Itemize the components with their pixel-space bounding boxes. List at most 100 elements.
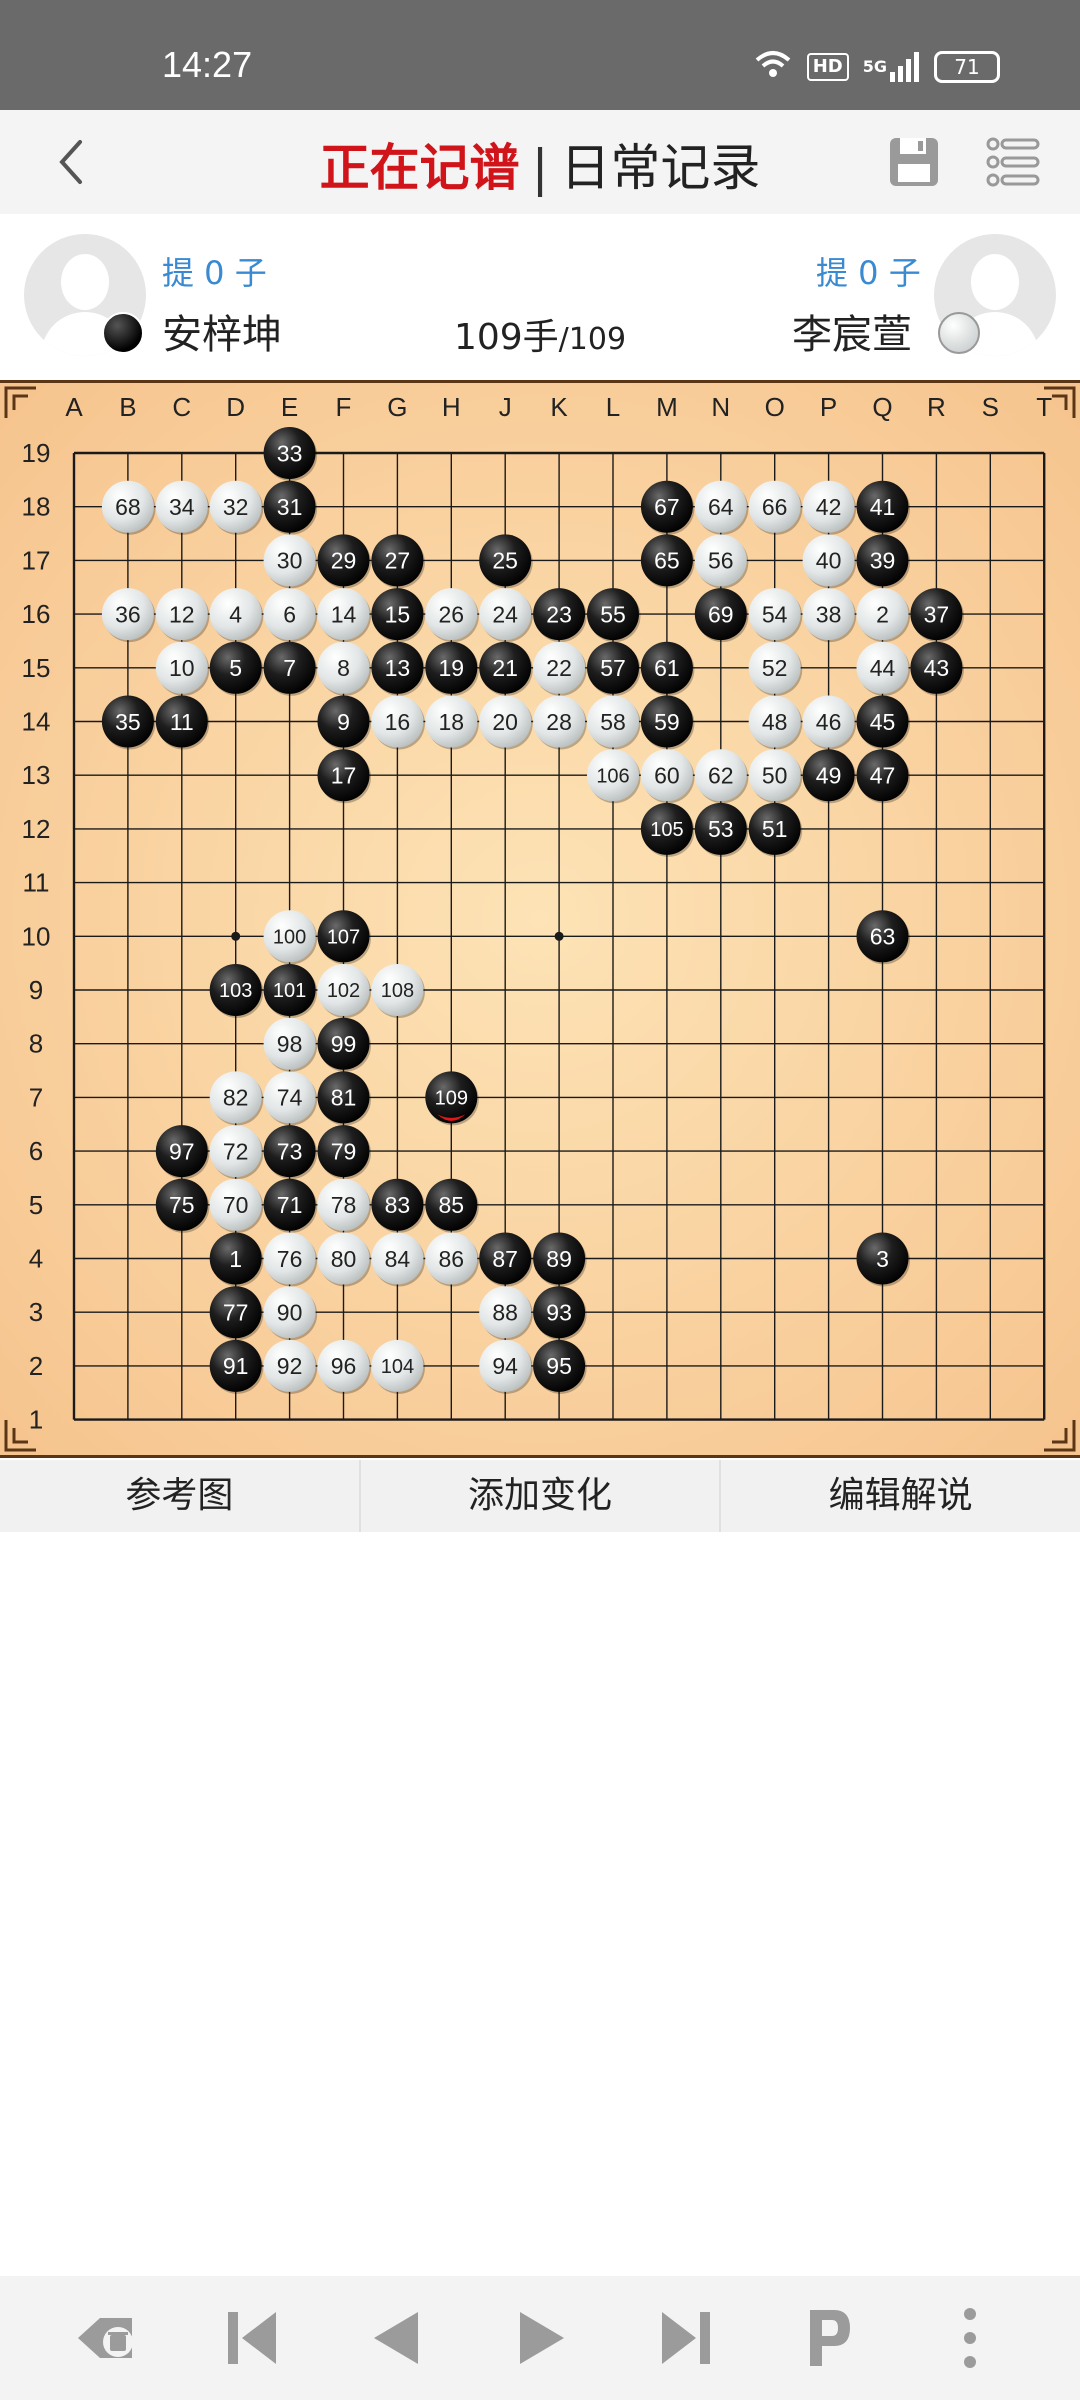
row-label: 19 xyxy=(22,438,51,468)
prev-move-button[interactable] xyxy=(358,2298,438,2378)
column-label: O xyxy=(765,392,785,422)
column-label: A xyxy=(65,392,83,422)
stone-move-number: 91 xyxy=(223,1353,249,1379)
stone-move-number: 7 xyxy=(283,655,296,681)
stone-move-number: 69 xyxy=(708,601,734,627)
menu-button[interactable] xyxy=(986,136,1040,188)
pass-icon xyxy=(810,2310,850,2366)
stone-move-number: 106 xyxy=(596,765,629,787)
stone-move-number: 41 xyxy=(870,494,896,520)
column-label: Q xyxy=(872,392,892,422)
player-panel: 提 0 子 安梓坤 109手/109 提 0 子 李宸萱 xyxy=(0,214,1080,382)
stone-move-number: 97 xyxy=(169,1138,195,1164)
save-icon xyxy=(890,138,938,186)
stone-move-number: 102 xyxy=(327,980,360,1002)
stone-move-number: 104 xyxy=(381,1356,414,1378)
stone-move-number: 4 xyxy=(229,601,242,627)
row-label: 9 xyxy=(29,975,43,1005)
row-label: 16 xyxy=(22,599,51,629)
stone-move-number: 26 xyxy=(439,601,465,627)
row-label: 6 xyxy=(29,1136,43,1166)
stone-move-number: 35 xyxy=(115,709,141,735)
stone-move-number: 49 xyxy=(816,762,842,788)
stone-move-number: 63 xyxy=(870,924,896,950)
stone-move-number: 31 xyxy=(277,494,303,520)
status-bar: 14:27 HD 5G 71 xyxy=(0,0,1080,110)
row-label: 10 xyxy=(22,921,51,951)
stone-move-number: 53 xyxy=(708,816,734,842)
avatar-head xyxy=(971,254,1019,310)
add-variation-button[interactable]: 添加变化 xyxy=(361,1460,722,1532)
stone-move-number: 94 xyxy=(492,1353,518,1379)
stone-move-number: 65 xyxy=(654,548,680,574)
stone-move-number: 87 xyxy=(492,1246,518,1272)
delete-move-icon xyxy=(78,2318,133,2358)
stone-move-number: 64 xyxy=(708,494,734,520)
stone-move-number: 34 xyxy=(169,494,195,520)
row-label: 2 xyxy=(29,1351,43,1381)
first-move-icon xyxy=(228,2312,276,2364)
stone-move-number: 47 xyxy=(870,762,896,788)
stone-move-number: 39 xyxy=(870,548,896,574)
record-toolbar: 参考图 添加变化 编辑解说 xyxy=(0,1460,1080,1532)
stone-move-number: 84 xyxy=(385,1246,411,1272)
first-move-button[interactable] xyxy=(214,2298,294,2378)
row-label: 3 xyxy=(29,1297,43,1327)
next-move-button[interactable] xyxy=(500,2298,580,2378)
stone-move-number: 82 xyxy=(223,1085,249,1111)
next-move-icon xyxy=(520,2312,564,2364)
stone-move-number: 105 xyxy=(650,819,683,841)
stone-move-number: 103 xyxy=(219,980,252,1002)
row-label: 11 xyxy=(23,868,50,898)
black-captures: 提 0 子 xyxy=(162,254,267,292)
stone-move-number: 16 xyxy=(385,709,411,735)
title-record: 日常记录 xyxy=(560,139,761,197)
stone-move-number: 89 xyxy=(546,1246,572,1272)
stone-move-number: 6 xyxy=(283,601,296,627)
stone-move-number: 93 xyxy=(546,1299,572,1325)
stone-move-number: 61 xyxy=(654,655,680,681)
black-player-name: 安梓坤 xyxy=(162,312,282,358)
row-label: 8 xyxy=(29,1029,43,1059)
row-label: 7 xyxy=(29,1082,43,1112)
comment-area xyxy=(0,1532,1080,2276)
stone-move-number: 96 xyxy=(331,1353,357,1379)
stone-move-number: 24 xyxy=(492,601,518,627)
pass-button[interactable] xyxy=(788,2298,868,2378)
more-button[interactable] xyxy=(930,2298,1010,2378)
stone-move-number: 45 xyxy=(870,709,896,735)
reference-button[interactable]: 参考图 xyxy=(0,1460,361,1532)
stone-move-number: 14 xyxy=(331,601,357,627)
stone-move-number: 80 xyxy=(331,1246,357,1272)
row-label: 13 xyxy=(22,760,51,790)
row-label: 5 xyxy=(29,1190,43,1220)
stone-move-number: 10 xyxy=(169,655,195,681)
stone-move-number: 60 xyxy=(654,762,680,788)
stone-move-number: 42 xyxy=(816,494,842,520)
battery-icon: 71 xyxy=(934,50,1000,83)
row-label: 18 xyxy=(22,492,51,522)
stone-move-number: 21 xyxy=(492,655,518,681)
move-counter: 109手/109 xyxy=(380,308,700,360)
stone-move-number: 56 xyxy=(708,548,734,574)
delete-move-button[interactable] xyxy=(70,2298,150,2378)
stone-move-number: 107 xyxy=(327,927,360,949)
stone-move-number: 43 xyxy=(924,655,950,681)
stone-move-number: 19 xyxy=(439,655,465,681)
go-board[interactable]: A B C D E F G H J K L M N O P Q R S T191817161514131211109… xyxy=(0,380,1080,1458)
column-label: T xyxy=(1036,392,1052,422)
stone-move-number: 62 xyxy=(708,762,734,788)
move-navigation-bar xyxy=(0,2276,1080,2400)
stone-move-number: 86 xyxy=(439,1246,465,1272)
edit-comment-button[interactable]: 编辑解说 xyxy=(721,1460,1080,1532)
column-label: S xyxy=(982,392,999,422)
signal-icon: 5G xyxy=(863,51,920,82)
stone-move-number: 59 xyxy=(654,709,680,735)
stone-move-number: 3 xyxy=(876,1246,889,1272)
last-move-button[interactable] xyxy=(644,2298,724,2378)
stone-move-number: 8 xyxy=(337,655,350,681)
column-label: F xyxy=(336,392,352,422)
save-button[interactable] xyxy=(886,134,942,190)
stone-move-number: 100 xyxy=(273,927,306,949)
stone-move-number: 44 xyxy=(870,655,896,681)
